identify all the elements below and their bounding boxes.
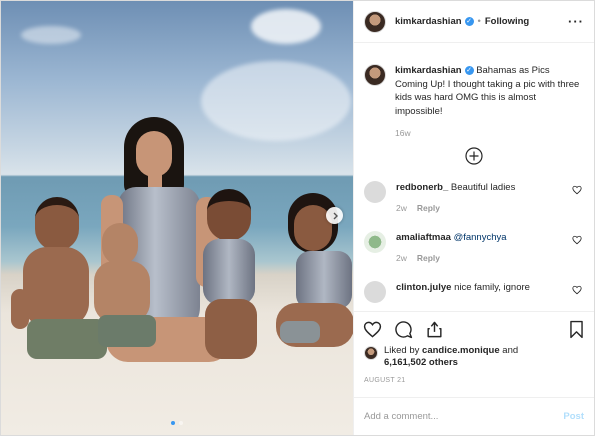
likes-summary: Liked by candice.monique and 6,161,502 o… bbox=[364, 345, 518, 369]
reply-button[interactable]: Reply bbox=[417, 252, 440, 265]
more-icon[interactable]: ··· bbox=[568, 14, 584, 29]
comment-mention[interactable]: @fannychya bbox=[454, 232, 507, 243]
likes-prefix: Liked by bbox=[384, 345, 420, 356]
likes-count[interactable]: 6,161,502 others bbox=[384, 357, 458, 368]
comment-input[interactable] bbox=[364, 411, 564, 422]
carousel-next-button[interactable] bbox=[326, 207, 343, 224]
comment-username[interactable]: clinton.julye bbox=[396, 282, 451, 293]
post-photo[interactable] bbox=[1, 1, 353, 435]
verified-icon: ✓ bbox=[464, 17, 474, 26]
load-more-comments-button[interactable] bbox=[364, 146, 584, 165]
baby-figure bbox=[86, 223, 166, 363]
caption-username[interactable]: kimkardashian bbox=[395, 65, 462, 76]
avatar[interactable] bbox=[364, 10, 386, 33]
caption-avatar[interactable] bbox=[364, 64, 386, 86]
separator-dot: • bbox=[477, 16, 481, 27]
header-username[interactable]: kimkardashian bbox=[395, 16, 462, 27]
share-icon[interactable] bbox=[425, 320, 444, 339]
post-sidebar: kimkardashian ✓ • Following ··· kimkarda… bbox=[353, 1, 594, 435]
cloud bbox=[251, 9, 321, 44]
liker-avatar[interactable] bbox=[364, 346, 378, 360]
toddler-figure bbox=[189, 189, 269, 364]
post-actions-bar bbox=[354, 311, 594, 347]
verified-icon: ✓ bbox=[464, 65, 474, 75]
comment-username[interactable]: redbonerb_ bbox=[396, 182, 448, 193]
heart-icon[interactable] bbox=[572, 185, 582, 195]
post-comment-button[interactable]: Post bbox=[563, 411, 584, 422]
add-icon bbox=[465, 146, 483, 165]
comment-item: redbonerb_ Beautiful ladies 2w Reply bbox=[364, 180, 584, 215]
comment-avatar[interactable] bbox=[364, 180, 386, 203]
heart-icon[interactable] bbox=[572, 235, 582, 245]
chevron-right-icon bbox=[333, 212, 338, 219]
caption-timestamp[interactable]: 16w bbox=[395, 127, 584, 141]
comment-item: clinton.julye nice family, ignore bbox=[364, 280, 584, 303]
carousel-dot-active bbox=[171, 421, 175, 425]
add-comment-form: Post bbox=[354, 397, 594, 435]
heart-icon[interactable] bbox=[572, 285, 582, 295]
comment-item: amaliaftmaa @fannychya 2w Reply bbox=[364, 230, 584, 265]
comment-time[interactable]: 2w bbox=[396, 202, 407, 215]
post-header: kimkardashian ✓ • Following ··· bbox=[354, 1, 594, 43]
comment-time[interactable]: 2w bbox=[396, 252, 407, 265]
likes-and: and bbox=[502, 345, 519, 356]
reply-button[interactable]: Reply bbox=[417, 202, 440, 215]
girl-figure bbox=[276, 193, 353, 378]
post-caption: kimkardashian ✓ Bahamas as Pics Coming Up… bbox=[364, 64, 584, 141]
comment-text: nice family, ignore bbox=[454, 281, 530, 293]
instagram-post-modal: kimkardashian ✓ • Following ··· kimkarda… bbox=[0, 0, 595, 436]
comment-avatar[interactable] bbox=[364, 280, 386, 303]
liker-username[interactable]: candice.monique bbox=[422, 345, 500, 356]
comment-avatar[interactable] bbox=[364, 230, 386, 253]
carousel-dot bbox=[179, 421, 183, 425]
comment-username[interactable]: amaliaftmaa bbox=[396, 232, 451, 243]
comment-text: Beautiful ladies bbox=[450, 181, 516, 193]
carousel-indicator bbox=[1, 421, 353, 425]
post-date[interactable]: AUGUST 21 bbox=[364, 377, 405, 384]
comments-list[interactable]: kimkardashian ✓ Bahamas as Pics Coming Up… bbox=[354, 44, 594, 311]
following-button[interactable]: Following bbox=[485, 16, 529, 27]
bookmark-icon[interactable] bbox=[568, 320, 585, 339]
heart-icon[interactable] bbox=[363, 320, 382, 339]
cloud bbox=[21, 26, 81, 44]
comment-icon[interactable] bbox=[394, 320, 413, 339]
